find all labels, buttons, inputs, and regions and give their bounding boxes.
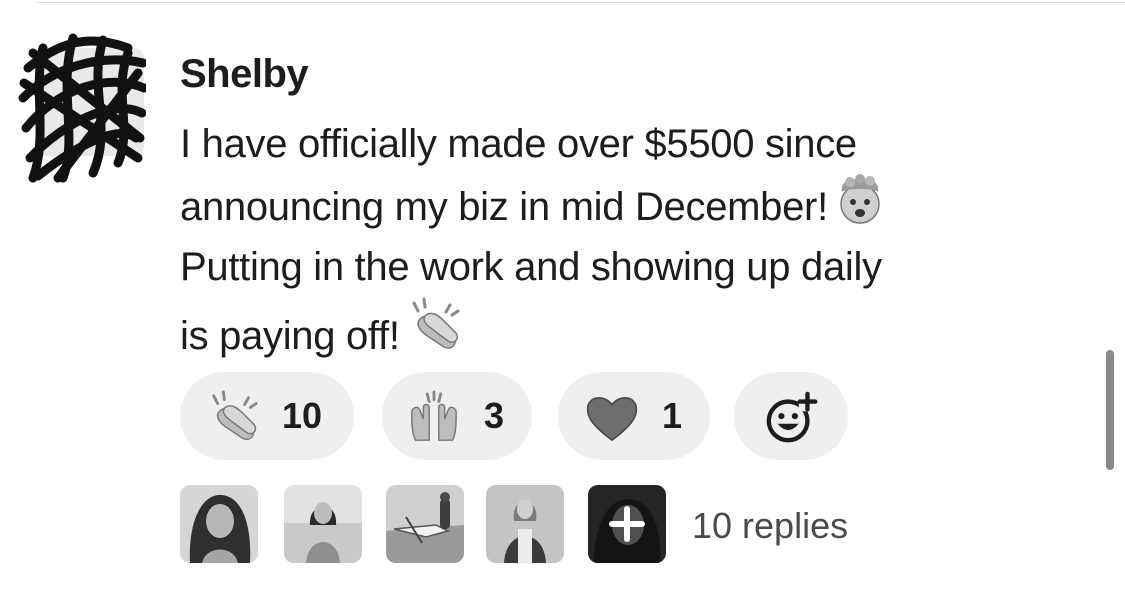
scribbled-avatar-icon: [18, 33, 146, 183]
replies-count-link[interactable]: 10 replies: [692, 505, 848, 547]
message-line: is paying off!: [180, 314, 400, 358]
reaction-raising-hands[interactable]: 3: [382, 372, 532, 460]
heart-icon: [584, 390, 640, 446]
message-line: announcing my biz in mid December!: [180, 185, 828, 229]
post-message: I have officially made over $5500 since …: [180, 114, 1080, 366]
author-avatar[interactable]: [18, 28, 146, 183]
clapping-hands-icon: [406, 297, 464, 355]
reaction-count: 10: [282, 395, 323, 436]
message-line-with-emoji: is paying off!: [180, 297, 1080, 366]
reply-avatar-1: [180, 485, 258, 563]
reply-avatar-2: [284, 485, 362, 563]
top-divider: [36, 2, 1125, 3]
author-name[interactable]: Shelby: [180, 50, 309, 98]
scrollbar-thumb[interactable]: [1106, 350, 1114, 470]
reaction-heart[interactable]: 1: [558, 372, 710, 460]
raising-hands-icon: [406, 390, 462, 446]
reaction-count: 1: [662, 395, 683, 436]
message-line: I have officially made over $5500 since: [180, 122, 857, 166]
reply-avatar-3: [386, 485, 464, 563]
add-reaction-icon: [764, 390, 820, 446]
add-reaction-button[interactable]: [734, 372, 848, 460]
exploding-head-icon: [834, 174, 886, 226]
message-line: Putting in the work and showing up daily: [180, 245, 882, 289]
message-line-with-emoji: announcing my biz in mid December!: [180, 174, 1080, 237]
reply-avatar-4: [486, 485, 564, 563]
reaction-count: 3: [484, 395, 505, 436]
more-replies-plus-icon: [588, 485, 666, 563]
reaction-clapping-hands[interactable]: 10: [180, 372, 354, 460]
clapping-hands-icon: [206, 390, 262, 446]
